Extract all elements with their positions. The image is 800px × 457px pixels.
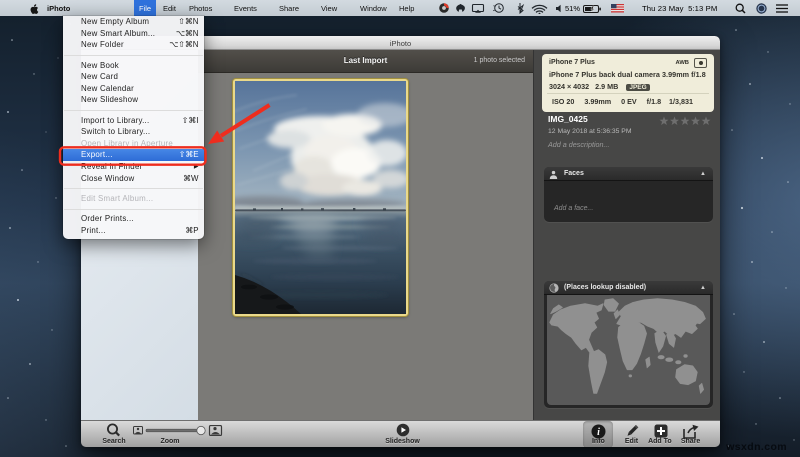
svg-text:i: i — [597, 427, 600, 438]
